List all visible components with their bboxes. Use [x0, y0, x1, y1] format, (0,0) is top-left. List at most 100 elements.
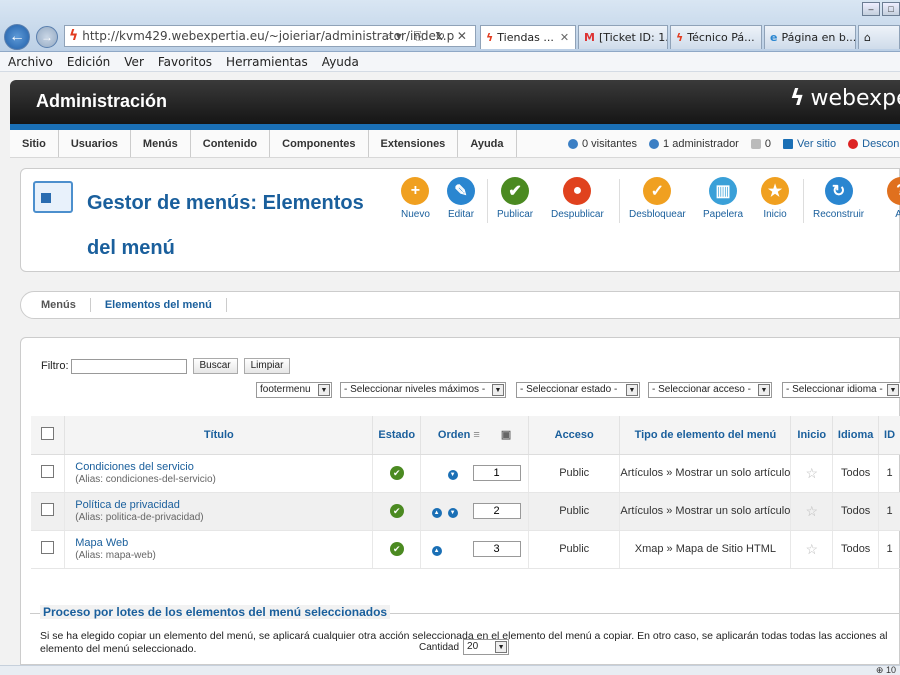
col-tipo[interactable]: Tipo de elemento del menú: [619, 416, 792, 455]
published-check-icon[interactable]: ✔: [389, 504, 404, 518]
menu-ver[interactable]: Ver: [124, 55, 144, 69]
home-star-icon[interactable]: ☆: [806, 503, 819, 519]
toolbar-button-desbloquear[interactable]: ✓ Desbloquear: [629, 177, 686, 220]
move-up-icon[interactable]: ▲: [431, 546, 442, 556]
maximize-icon[interactable]: □: [882, 2, 900, 16]
toolbar-button-nuevo[interactable]: + Nuevo: [401, 177, 430, 220]
row-checkbox[interactable]: [41, 541, 55, 554]
toolbar-button-editar[interactable]: ✎ Editar: [447, 177, 475, 220]
zoom-icon[interactable]: ⊕: [876, 665, 884, 675]
item-alias: (Alias: politica-de-privacidad): [75, 512, 204, 523]
toolbar-button-papelera[interactable]: ▥ Papelera: [703, 177, 743, 220]
published-check-icon[interactable]: ✔: [389, 542, 404, 556]
table-body: Condiciones del servicio (Alias: condicio…: [31, 454, 900, 569]
col-title[interactable]: Título: [64, 416, 374, 455]
col-orden[interactable]: Orden ≡ ▣: [420, 416, 530, 455]
col-idioma[interactable]: Idioma: [832, 416, 880, 455]
nav-sitio[interactable]: Sitio: [10, 130, 59, 157]
forward-button[interactable]: →: [36, 26, 58, 48]
logout-link[interactable]: Descon: [848, 138, 899, 150]
chevron-down-icon: ▼: [318, 384, 330, 396]
zoom-level[interactable]: 10: [886, 665, 896, 675]
nav-componentes[interactable]: Componentes: [270, 130, 369, 157]
admin-header: Administración ϟ webexpe: [10, 80, 900, 124]
tab-ticket[interactable]: M[Ticket ID: 1...: [578, 25, 668, 49]
order-input[interactable]: 1: [472, 465, 521, 481]
row-checkbox[interactable]: [41, 503, 55, 516]
menu-herramientas[interactable]: Herramientas: [226, 55, 308, 69]
home-star-icon[interactable]: ☆: [806, 465, 819, 481]
page-title: Gestor de menús: Elementos del menú: [87, 192, 364, 259]
nav-contenido[interactable]: Contenido: [191, 130, 271, 157]
item-title-link[interactable]: Condiciones del servicio: [75, 461, 372, 473]
col-inicio[interactable]: Inicio: [790, 416, 834, 455]
levels-select[interactable]: - Seleccionar niveles máximos - ▼: [340, 382, 506, 398]
tab-tiendas[interactable]: ϟ Tiendas ... ✕: [480, 25, 576, 49]
select-all-checkbox[interactable]: [41, 426, 55, 440]
nav-ayuda[interactable]: Ayuda: [458, 130, 517, 157]
tab-menus[interactable]: Menús: [21, 298, 91, 312]
home-star-icon[interactable]: ☆: [806, 541, 819, 557]
clear-button[interactable]: Limpiar: [243, 358, 291, 374]
home-icon[interactable]: ⌂: [858, 25, 900, 49]
filter-input[interactable]: [70, 358, 187, 374]
menu-archivo[interactable]: Archivo: [8, 55, 53, 69]
close-tab-icon[interactable]: ✕: [560, 31, 569, 44]
item-title-link[interactable]: Política de privacidad: [75, 499, 372, 511]
col-acceso[interactable]: Acceso: [528, 416, 621, 455]
language-select[interactable]: - Seleccionar idioma - ▼: [782, 382, 900, 398]
toolbar-separator: [803, 179, 804, 223]
home-cell: ☆: [790, 454, 834, 493]
admin-title: Administración: [36, 91, 168, 111]
move-up-icon[interactable]: ▲: [431, 508, 442, 518]
window-controls: – □: [860, 0, 900, 18]
back-button[interactable]: ←: [4, 24, 30, 50]
toolbar-button-ay[interactable]: ? Ay: [887, 177, 900, 220]
toolbar-button-reconstruir[interactable]: ↻ Reconstruir: [813, 177, 864, 220]
id-cell: 1: [878, 492, 900, 531]
menu-select[interactable]: footermenu ▼: [256, 382, 332, 398]
menu-favoritos[interactable]: Favoritos: [158, 55, 212, 69]
plus-icon: +: [401, 177, 430, 205]
status-area: 0 visitantes 1 administrador 0 Ver sitio…: [568, 130, 900, 157]
published-check-icon[interactable]: ✔: [389, 466, 404, 480]
view-site-link[interactable]: Ver sitio: [782, 138, 836, 150]
nav-menus[interactable]: Menús: [131, 130, 191, 157]
menu-edicion[interactable]: Edición: [67, 55, 110, 69]
item-alias: (Alias: condiciones-del-servicio): [75, 474, 216, 485]
save-order-icon[interactable]: ▣: [501, 429, 511, 441]
star-icon: ★: [761, 177, 789, 205]
toolbar-separator: [619, 179, 620, 223]
address-tools-icon[interactable]: ⌕▾ ⎘ ↻ ✕: [385, 29, 471, 44]
menu-ayuda[interactable]: Ayuda: [322, 55, 359, 69]
col-id[interactable]: ID: [878, 416, 900, 455]
toolbar-button-publicar[interactable]: ✔ Publicar: [497, 177, 533, 220]
state-select[interactable]: - Seleccionar estado - ▼: [516, 382, 640, 398]
toolbar-button-inicio[interactable]: ★ Inicio: [761, 177, 789, 220]
user-icon: [649, 139, 660, 149]
nav-usuarios[interactable]: Usuarios: [59, 130, 131, 157]
order-input[interactable]: 3: [472, 541, 521, 557]
messages-status[interactable]: 0: [750, 138, 771, 150]
item-title-link[interactable]: Mapa Web: [75, 537, 372, 549]
search-button[interactable]: Buscar: [192, 358, 238, 374]
minimize-icon[interactable]: –: [862, 2, 880, 16]
users-icon: [568, 139, 578, 149]
row-checkbox[interactable]: [41, 465, 55, 478]
tab-pagina[interactable]: e Página en b...: [764, 25, 856, 49]
tab-tecnico[interactable]: ϟ Técnico Pá...: [670, 25, 762, 49]
nav-extensiones[interactable]: Extensiones: [369, 130, 459, 157]
access-select[interactable]: - Seleccionar acceso - ▼: [648, 382, 772, 398]
submenu: Menús Elementos del menú: [20, 291, 900, 319]
chevron-down-icon: ▼: [626, 384, 638, 396]
tab-menu-items[interactable]: Elementos del menú: [91, 298, 227, 312]
access-cell: Public: [528, 492, 621, 531]
address-bar[interactable]: ϟ http://kvm429.webexpertia.eu/~joieriar…: [64, 25, 476, 47]
toolbar-button-despublicar[interactable]: ● Despublicar: [551, 177, 604, 220]
order-input[interactable]: 2: [472, 503, 521, 519]
tab-label: Página en b...: [781, 31, 856, 44]
move-down-icon[interactable]: ▼: [447, 470, 458, 480]
col-estado[interactable]: Estado: [372, 416, 422, 455]
move-down-icon[interactable]: ▼: [447, 508, 458, 518]
chevron-down-icon: ▼: [758, 384, 770, 396]
